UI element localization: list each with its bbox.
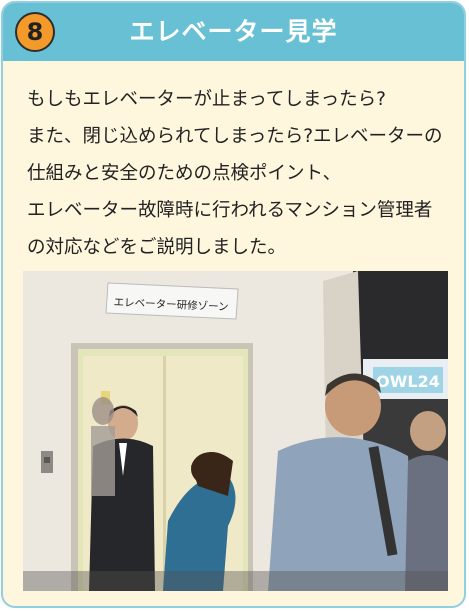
- description-text: もしもエレベーターが止まってしまったら? また、閉じ込められてしまったら?エレベ…: [27, 89, 443, 258]
- booth-banner-text: OWL24: [376, 372, 440, 391]
- event-card: 8 エレベーター見学 もしもエレベーターが止まってしまったら? また、閉じ込めら…: [1, 1, 466, 608]
- number-badge: 8: [15, 12, 55, 52]
- card-title: エレベーター見学: [129, 17, 338, 46]
- card-header: 8 エレベーター見学: [3, 3, 464, 61]
- elevator-tour-photo: OWL24 エレベーター研修ゾーン: [23, 271, 448, 591]
